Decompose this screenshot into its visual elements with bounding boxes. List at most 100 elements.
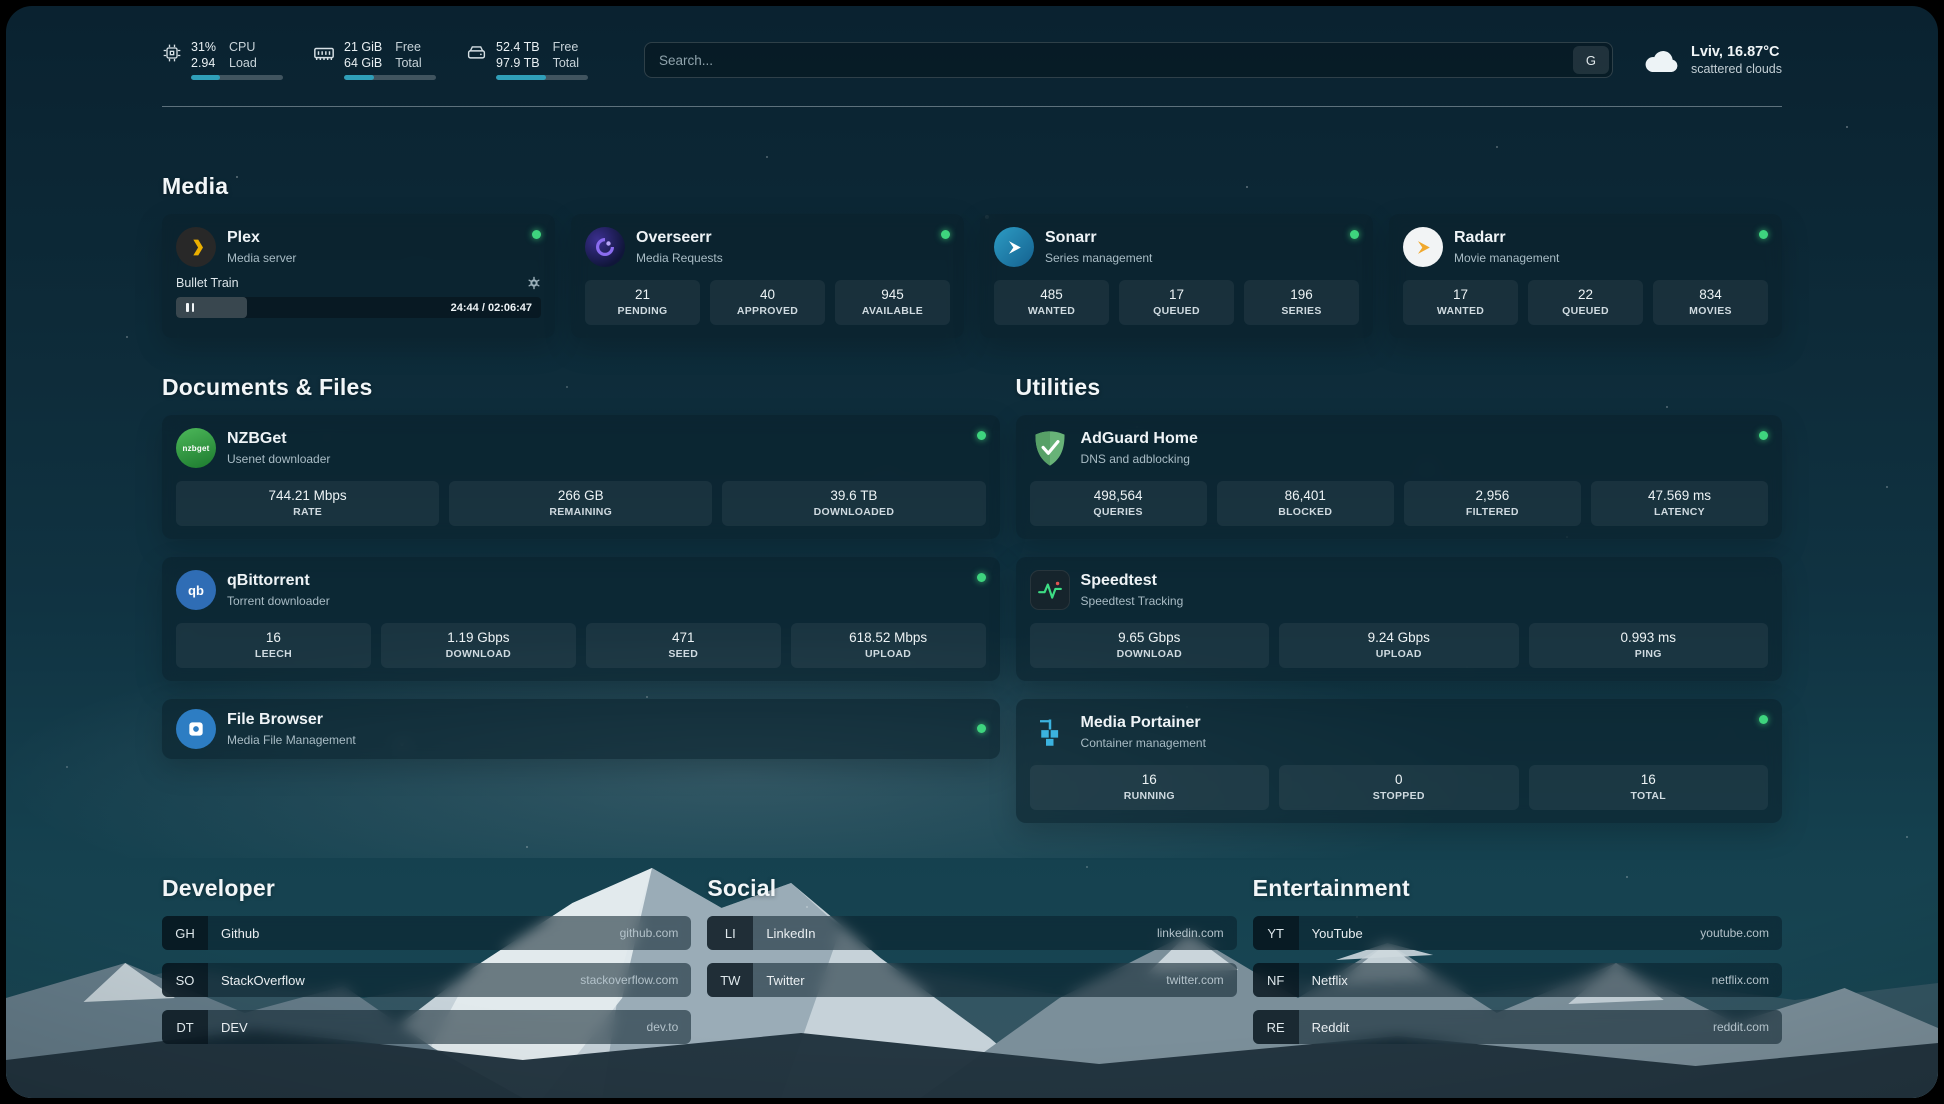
stat-value: 21 <box>589 287 696 302</box>
app-name: Plex <box>227 229 296 247</box>
bookmark-reddit[interactable]: RE Reddit reddit.com <box>1253 1010 1782 1044</box>
app-name: AdGuard Home <box>1081 430 1198 448</box>
disk-total-value: 97.9 TB <box>496 56 540 70</box>
bookmark-twitter[interactable]: TW Twitter twitter.com <box>707 963 1236 997</box>
bookmark-linkedin[interactable]: LI LinkedIn linkedin.com <box>707 916 1236 950</box>
bookmark-abbr: GH <box>162 916 208 950</box>
app-card-overseerr[interactable]: Overseerr Media Requests 21PENDING40APPR… <box>571 214 964 338</box>
memory-icon <box>313 43 335 65</box>
stat-value: 47.569 ms <box>1595 488 1764 503</box>
cpu-widget: 31% 2.94 CPU Load <box>162 40 283 80</box>
stat-label: WANTED <box>998 305 1105 317</box>
stat-box: 21PENDING <box>585 280 700 325</box>
stat-label: QUEUED <box>1123 305 1230 317</box>
stat-box: 9.24 GbpsUPLOAD <box>1279 623 1518 668</box>
bookmark-youtube[interactable]: YT YouTube youtube.com <box>1253 916 1782 950</box>
weather-widget: Lviv, 16.87°C scattered clouds <box>1643 44 1782 76</box>
status-dot-online <box>941 230 950 239</box>
bookmark-domain: linkedin.com <box>1157 926 1224 940</box>
stat-label: WANTED <box>1407 305 1514 317</box>
search-bar: G <box>644 42 1613 78</box>
ram-free-label: Free <box>395 40 421 54</box>
stat-value: 16 <box>1034 772 1265 787</box>
status-dot-online <box>532 230 541 239</box>
search-engine-button[interactable]: G <box>1573 46 1609 74</box>
stat-label: MOVIES <box>1657 305 1764 317</box>
ram-free-value: 21 GiB <box>344 40 382 54</box>
bookmark-name: Twitter <box>766 973 804 988</box>
app-card-filebrowser[interactable]: File Browser Media File Management <box>162 699 1000 759</box>
search-input[interactable] <box>644 42 1613 78</box>
playback-progress-bar[interactable]: 24:44 / 02:06:47 <box>176 297 541 318</box>
bookmark-dev[interactable]: DT DEV dev.to <box>162 1010 691 1044</box>
bookmark-group-entertainment: Entertainment YT YouTube youtube.com NF … <box>1253 875 1782 1057</box>
app-subtitle: Movie management <box>1454 251 1559 265</box>
bookmark-abbr: SO <box>162 963 208 997</box>
bookmark-domain: reddit.com <box>1713 1020 1769 1034</box>
stat-value: 9.65 Gbps <box>1034 630 1265 645</box>
bookmark-abbr: YT <box>1253 916 1299 950</box>
stat-label: BLOCKED <box>1221 506 1390 518</box>
stats-row: 21PENDING40APPROVED945AVAILABLE <box>585 280 950 325</box>
stats-row: 9.65 GbpsDOWNLOAD9.24 GbpsUPLOAD0.993 ms… <box>1030 623 1768 668</box>
qbittorrent-icon: qb <box>176 570 216 610</box>
app-subtitle: Media File Management <box>227 733 356 747</box>
adguard-icon <box>1030 428 1070 468</box>
stat-label: RUNNING <box>1034 790 1265 802</box>
media-grid: Plex Media server Bullet Train <box>162 214 1782 338</box>
section-title-documents: Documents & Files <box>162 374 1000 401</box>
app-card-adguard[interactable]: AdGuard Home DNS and adblocking 498,564Q… <box>1016 415 1782 539</box>
bookmark-abbr: NF <box>1253 963 1299 997</box>
stat-box: 17WANTED <box>1403 280 1518 325</box>
stat-box: 39.6 TBDOWNLOADED <box>722 481 985 526</box>
app-card-plex[interactable]: Plex Media server Bullet Train <box>162 214 555 338</box>
bookmark-stackoverflow[interactable]: SO StackOverflow stackoverflow.com <box>162 963 691 997</box>
disk-icon <box>466 43 487 64</box>
cpu-progress-bar <box>191 75 283 80</box>
status-dot-online <box>977 431 986 440</box>
app-subtitle: Media server <box>227 251 296 265</box>
bookmark-domain: twitter.com <box>1166 973 1223 987</box>
app-card-qbittorrent[interactable]: qb qBittorrent Torrent downloader 16LEEC… <box>162 557 1000 681</box>
app-card-radarr[interactable]: Radarr Movie management 17WANTED22QUEUED… <box>1389 214 1782 338</box>
stat-value: 40 <box>714 287 821 302</box>
stat-box: 618.52 MbpsUPLOAD <box>791 623 986 668</box>
bookmark-netflix[interactable]: NF Netflix netflix.com <box>1253 963 1782 997</box>
cpu-label: CPU <box>229 40 257 54</box>
bookmark-github[interactable]: GH Github github.com <box>162 916 691 950</box>
section-title-utilities: Utilities <box>1016 374 1782 401</box>
status-dot-online <box>1759 431 1768 440</box>
stat-box: 17QUEUED <box>1119 280 1234 325</box>
app-card-portainer[interactable]: Media Portainer Container management 16 R… <box>1016 699 1782 823</box>
stat-box: 86,401 BLOCKED <box>1217 481 1394 526</box>
app-subtitle: Container management <box>1081 736 1206 750</box>
stat-value: 0.993 ms <box>1533 630 1764 645</box>
app-name: Radarr <box>1454 229 1559 247</box>
now-playing-title: Bullet Train <box>176 276 239 290</box>
stats-row: 16RUNNING0STOPPED16TOTAL <box>1030 765 1768 810</box>
app-name: Media Portainer <box>1081 714 1206 732</box>
stat-box: 16 RUNNING <box>1030 765 1269 810</box>
stat-box: 945AVAILABLE <box>835 280 950 325</box>
stat-label: PING <box>1533 648 1764 660</box>
stat-label: LATENCY <box>1595 506 1764 518</box>
stat-box: 196SERIES <box>1244 280 1359 325</box>
bookmark-domain: netflix.com <box>1712 973 1769 987</box>
app-card-nzbget[interactable]: nzbget NZBGet Usenet downloader 744.21 M… <box>162 415 1000 539</box>
header-divider <box>162 106 1782 107</box>
app-card-speedtest[interactable]: Speedtest Speedtest Tracking 9.65 GbpsDO… <box>1016 557 1782 681</box>
stats-row: 17WANTED22QUEUED834MOVIES <box>1403 280 1768 325</box>
app-card-sonarr[interactable]: Sonarr Series management 485WANTED17QUEU… <box>980 214 1373 338</box>
bookmark-domain: youtube.com <box>1700 926 1769 940</box>
gear-icon[interactable] <box>527 276 541 290</box>
stat-value: 471 <box>590 630 777 645</box>
pause-button[interactable] <box>186 303 194 312</box>
disk-widget: 52.4 TB 97.9 TB Free Total <box>466 40 588 80</box>
stat-value: 86,401 <box>1221 488 1390 503</box>
stat-box: 22QUEUED <box>1528 280 1643 325</box>
stat-box: 16LEECH <box>176 623 371 668</box>
section-title-social: Social <box>707 875 1236 902</box>
stat-value: 39.6 TB <box>726 488 981 503</box>
status-dot-online <box>1759 230 1768 239</box>
bookmark-domain: dev.to <box>647 1020 679 1034</box>
